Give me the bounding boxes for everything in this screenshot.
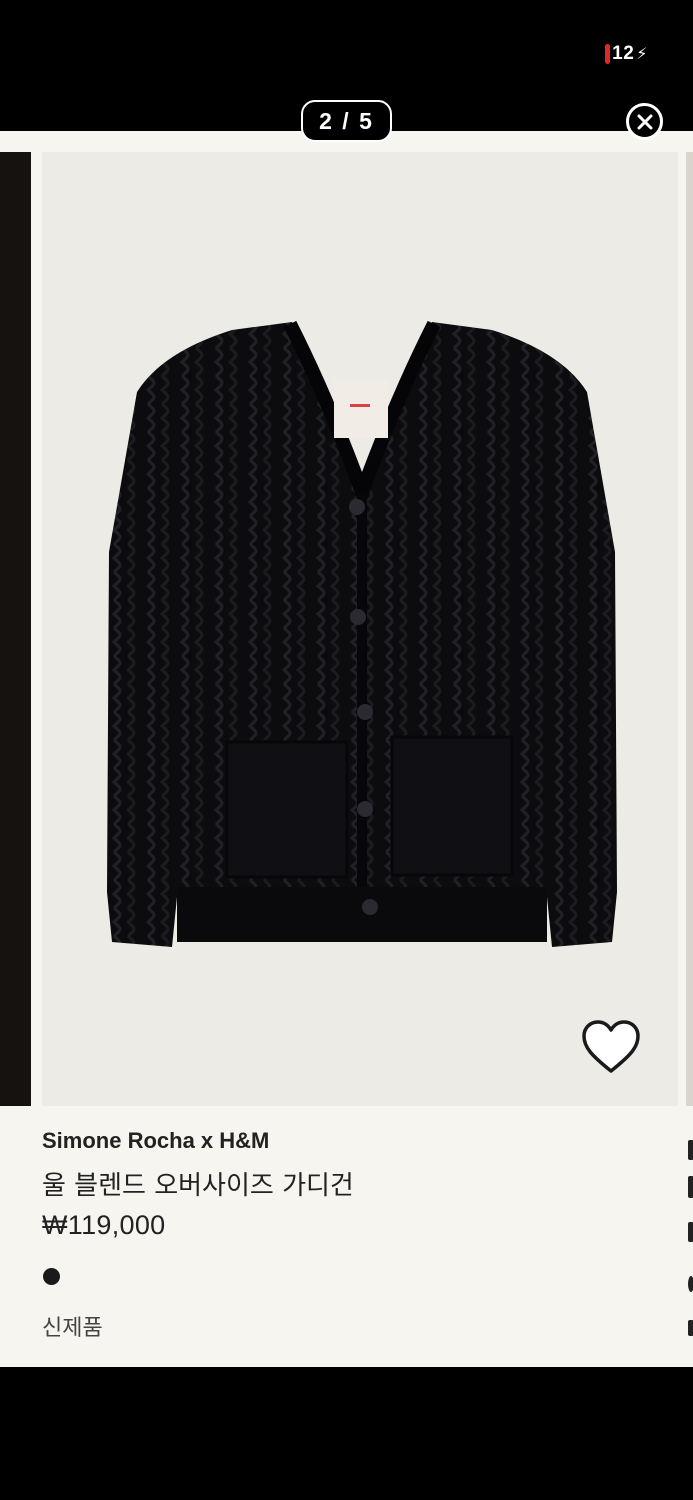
product-brand: Simone Rocha x H&M [42,1128,270,1153]
product-title: 울 블렌드 오버사이즈 가디건 [42,1171,354,1201]
color-swatch[interactable] [43,1268,60,1285]
bottom-area [0,1367,693,1500]
battery-level-bar [605,44,611,64]
product-image[interactable] [42,152,678,1106]
battery-level: 12 [612,43,635,64]
status-bar: 12 ⚡ [0,0,693,105]
next-card-text [688,1130,693,1340]
close-button[interactable] [626,103,663,140]
page-indicator: 2 / 5 [301,100,392,142]
new-arrival-badge: 신제품 [42,1316,103,1341]
battery-indicator: 12 ⚡ [603,42,651,66]
lightning-bolt-icon: ⚡ [636,46,648,63]
next-card-image[interactable] [686,152,693,1106]
cardigan-illustration [107,320,617,947]
heart-outline-icon [582,1020,640,1073]
wishlist-button[interactable] [580,1018,642,1076]
close-icon [637,114,652,129]
product-price: ₩119,000 [42,1210,166,1240]
previous-card-image[interactable] [0,152,31,1106]
